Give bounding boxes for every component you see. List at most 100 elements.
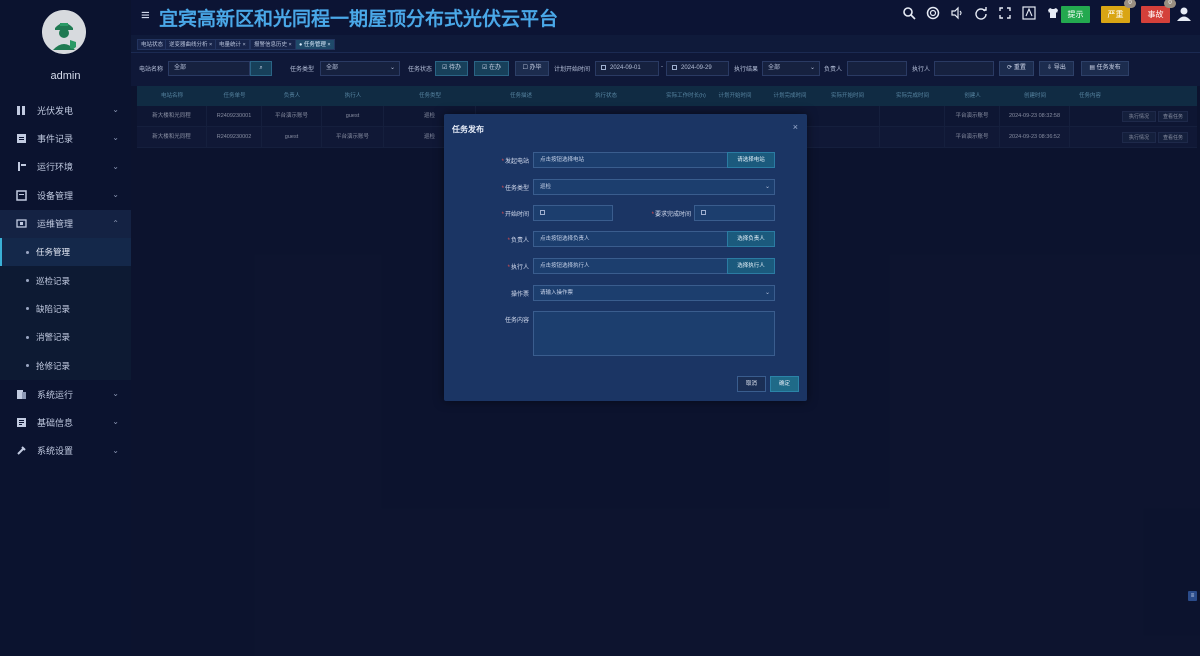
tab-bar: 电站状态 逆变器曲线分析 × 电量统计 × 报警信息历史 × ● 任务管理 × (131, 35, 1200, 53)
solar-icon (16, 105, 27, 116)
ticket-field-label: 操作票 (510, 292, 529, 298)
help-ring-icon[interactable] (925, 6, 941, 22)
username: admin (50, 70, 81, 82)
executor-filter-label: 执行人 (912, 67, 931, 73)
executor-filter-input[interactable] (934, 61, 994, 76)
result-filter-select[interactable]: 全部 ⌄ (762, 61, 820, 76)
bullet-icon (26, 250, 29, 254)
executor-field-label: *执行人 (507, 265, 529, 271)
task-type-select[interactable]: 巡检 ⌄ (533, 179, 775, 195)
result-filter-label: 执行结果 (734, 67, 759, 73)
sidebar-item-label: 系统设置 (37, 446, 74, 457)
volume-icon[interactable] (949, 6, 965, 22)
reset-button[interactable]: ⟳ 重置 (999, 61, 1034, 76)
deadline-field-label: *要求完成时间 (651, 212, 691, 218)
date-from-input[interactable]: 2024-09-01 (595, 61, 659, 76)
select-station-button[interactable]: 请选择电站 (727, 152, 775, 168)
chevron-down-icon: ⌄ (809, 65, 815, 71)
content-textarea[interactable] (533, 311, 775, 356)
avatar[interactable] (42, 10, 86, 54)
station-search-button[interactable]: ⌕ (250, 61, 272, 76)
tab-inverter-curve[interactable]: 逆变器曲线分析 × (165, 39, 217, 50)
sidebar-subitem-defects[interactable]: 缺陷记录 (0, 294, 131, 324)
sidebar-subitem-tasks[interactable]: 任务管理 (0, 237, 131, 267)
ticket-select[interactable]: 请输入操作票 ⌄ (533, 285, 775, 301)
sidebar-item-label: 基础信息 (37, 417, 74, 428)
type-field-label: *任务类型 (501, 186, 529, 192)
sidebar-subitem-label: 任务管理 (36, 247, 71, 258)
export-button[interactable]: ⇩ 导出 (1039, 61, 1074, 76)
select-executor-button[interactable]: 选择执行人 (727, 258, 775, 274)
sidebar-item-basic-info[interactable]: 基础信息 ⌄ (0, 408, 131, 436)
sidebar-item-label: 事件记录 (37, 134, 74, 145)
tab-alarm-history[interactable]: 报警信息历史 × (250, 39, 296, 50)
owner-field[interactable]: 点击按钮选择负责人 (533, 231, 728, 247)
sidebar-item-system-run[interactable]: 系统运行 ⌄ (0, 380, 131, 408)
font-size-icon[interactable] (1021, 6, 1037, 22)
tab-task-management[interactable]: ● 任务管理 × (295, 39, 335, 50)
alarm-info-button[interactable]: 提示 (1061, 6, 1090, 23)
bullet-icon (26, 279, 29, 283)
sidebar-subitem-alarm-clear[interactable]: 消警记录 (0, 323, 131, 352)
filter-bar: 电站名称 全部 ⌕ 任务类型 全部 ⌄ 任务状态 ☑ 待办 ☑ 在办 ☐ 办毕 计… (131, 58, 1200, 80)
status-todo-checkbox[interactable]: ☑ 待办 (435, 61, 468, 76)
dialog-title: 任务发布 (452, 125, 484, 134)
sidebar-item-solar[interactable]: 光伏发电 ⌄ (0, 96, 131, 124)
select-owner-button[interactable]: 选择负责人 (727, 231, 775, 247)
sidebar-item-label: 光伏发电 (37, 105, 74, 116)
alarm-severe-count: 0 (1124, 0, 1136, 8)
info-icon (16, 417, 27, 428)
alarm-accident-count: 0 (1164, 0, 1176, 8)
sidebar-subitem-inspection[interactable]: 巡检记录 (0, 266, 131, 295)
owner-filter-input[interactable] (847, 61, 907, 76)
tab-station-status[interactable]: 电站状态 (137, 39, 168, 50)
theme-shirt-icon[interactable] (1045, 6, 1061, 22)
station-field[interactable]: 点击按钮选择电站 (533, 152, 728, 168)
alarm-accident-button[interactable]: 事故 (1141, 6, 1170, 23)
ok-button[interactable]: 确定 (770, 376, 799, 392)
refresh-icon[interactable] (973, 6, 989, 22)
chevron-down-icon: ⌄ (112, 388, 119, 398)
menu-toggle-icon[interactable]: ≡ (141, 7, 150, 24)
sidebar-item-events[interactable]: 事件记录 ⌄ (0, 124, 131, 152)
sidebar-item-devices[interactable]: 设备管理 ⌄ (0, 181, 131, 209)
publish-task-button[interactable]: ▤ 任务发布 (1081, 61, 1129, 76)
side-panel-toggle-icon[interactable]: ≡ (1188, 591, 1197, 601)
search-icon: ⌕ (259, 65, 263, 71)
close-icon[interactable]: × (793, 122, 798, 132)
start-time-picker[interactable] (533, 205, 613, 221)
executor-field[interactable]: 点击按钮选择执行人 (533, 258, 728, 274)
status-done-checkbox[interactable]: ☐ 办毕 (515, 61, 549, 76)
date-to-input[interactable]: 2024-09-29 (666, 61, 729, 76)
system-run-icon (16, 389, 27, 400)
sidebar-item-label: 设备管理 (37, 190, 74, 201)
sidebar-item-settings[interactable]: 系统设置 ⌄ (0, 437, 131, 465)
deadline-picker[interactable] (694, 205, 775, 221)
chevron-down-icon: ⌄ (764, 290, 770, 296)
start-time-field-label: *开始时间 (501, 212, 529, 218)
alarm-severe-button[interactable]: 严重 (1101, 6, 1130, 23)
chevron-down-icon: ⌄ (112, 105, 119, 114)
fullscreen-icon[interactable] (997, 6, 1013, 22)
worker-avatar-icon (42, 10, 86, 54)
publish-icon: ▤ (1089, 65, 1095, 71)
cancel-button[interactable]: 取消 (737, 376, 766, 392)
search-icon[interactable] (901, 6, 917, 22)
type-filter-select[interactable]: 全部 ⌄ (320, 61, 400, 76)
status-inprogress-checkbox[interactable]: ☑ 在办 (474, 61, 509, 76)
calendar-icon (540, 210, 545, 216)
sidebar-item-environment[interactable]: 运行环境 ⌄ (0, 153, 131, 181)
sidebar-item-label: 系统运行 (37, 389, 74, 400)
type-filter-label: 任务类型 (290, 67, 315, 73)
sidebar-item-label: 运维管理 (37, 219, 74, 230)
start-time-label: 计划开始时间 (554, 67, 591, 73)
sidebar-item-label: 运行环境 (37, 162, 74, 173)
environment-icon (16, 161, 27, 172)
tab-energy-stats[interactable]: 电量统计 × (215, 39, 250, 50)
calendar-icon (672, 64, 677, 70)
sidebar-item-maintenance[interactable]: 运维管理 ⌃ (0, 209, 131, 238)
station-filter-input[interactable]: 全部 (168, 61, 250, 76)
sidebar-subitem-label: 巡检记录 (36, 275, 71, 286)
user-icon[interactable] (1176, 6, 1192, 22)
sidebar-subitem-repair[interactable]: 抢修记录 (0, 351, 131, 380)
